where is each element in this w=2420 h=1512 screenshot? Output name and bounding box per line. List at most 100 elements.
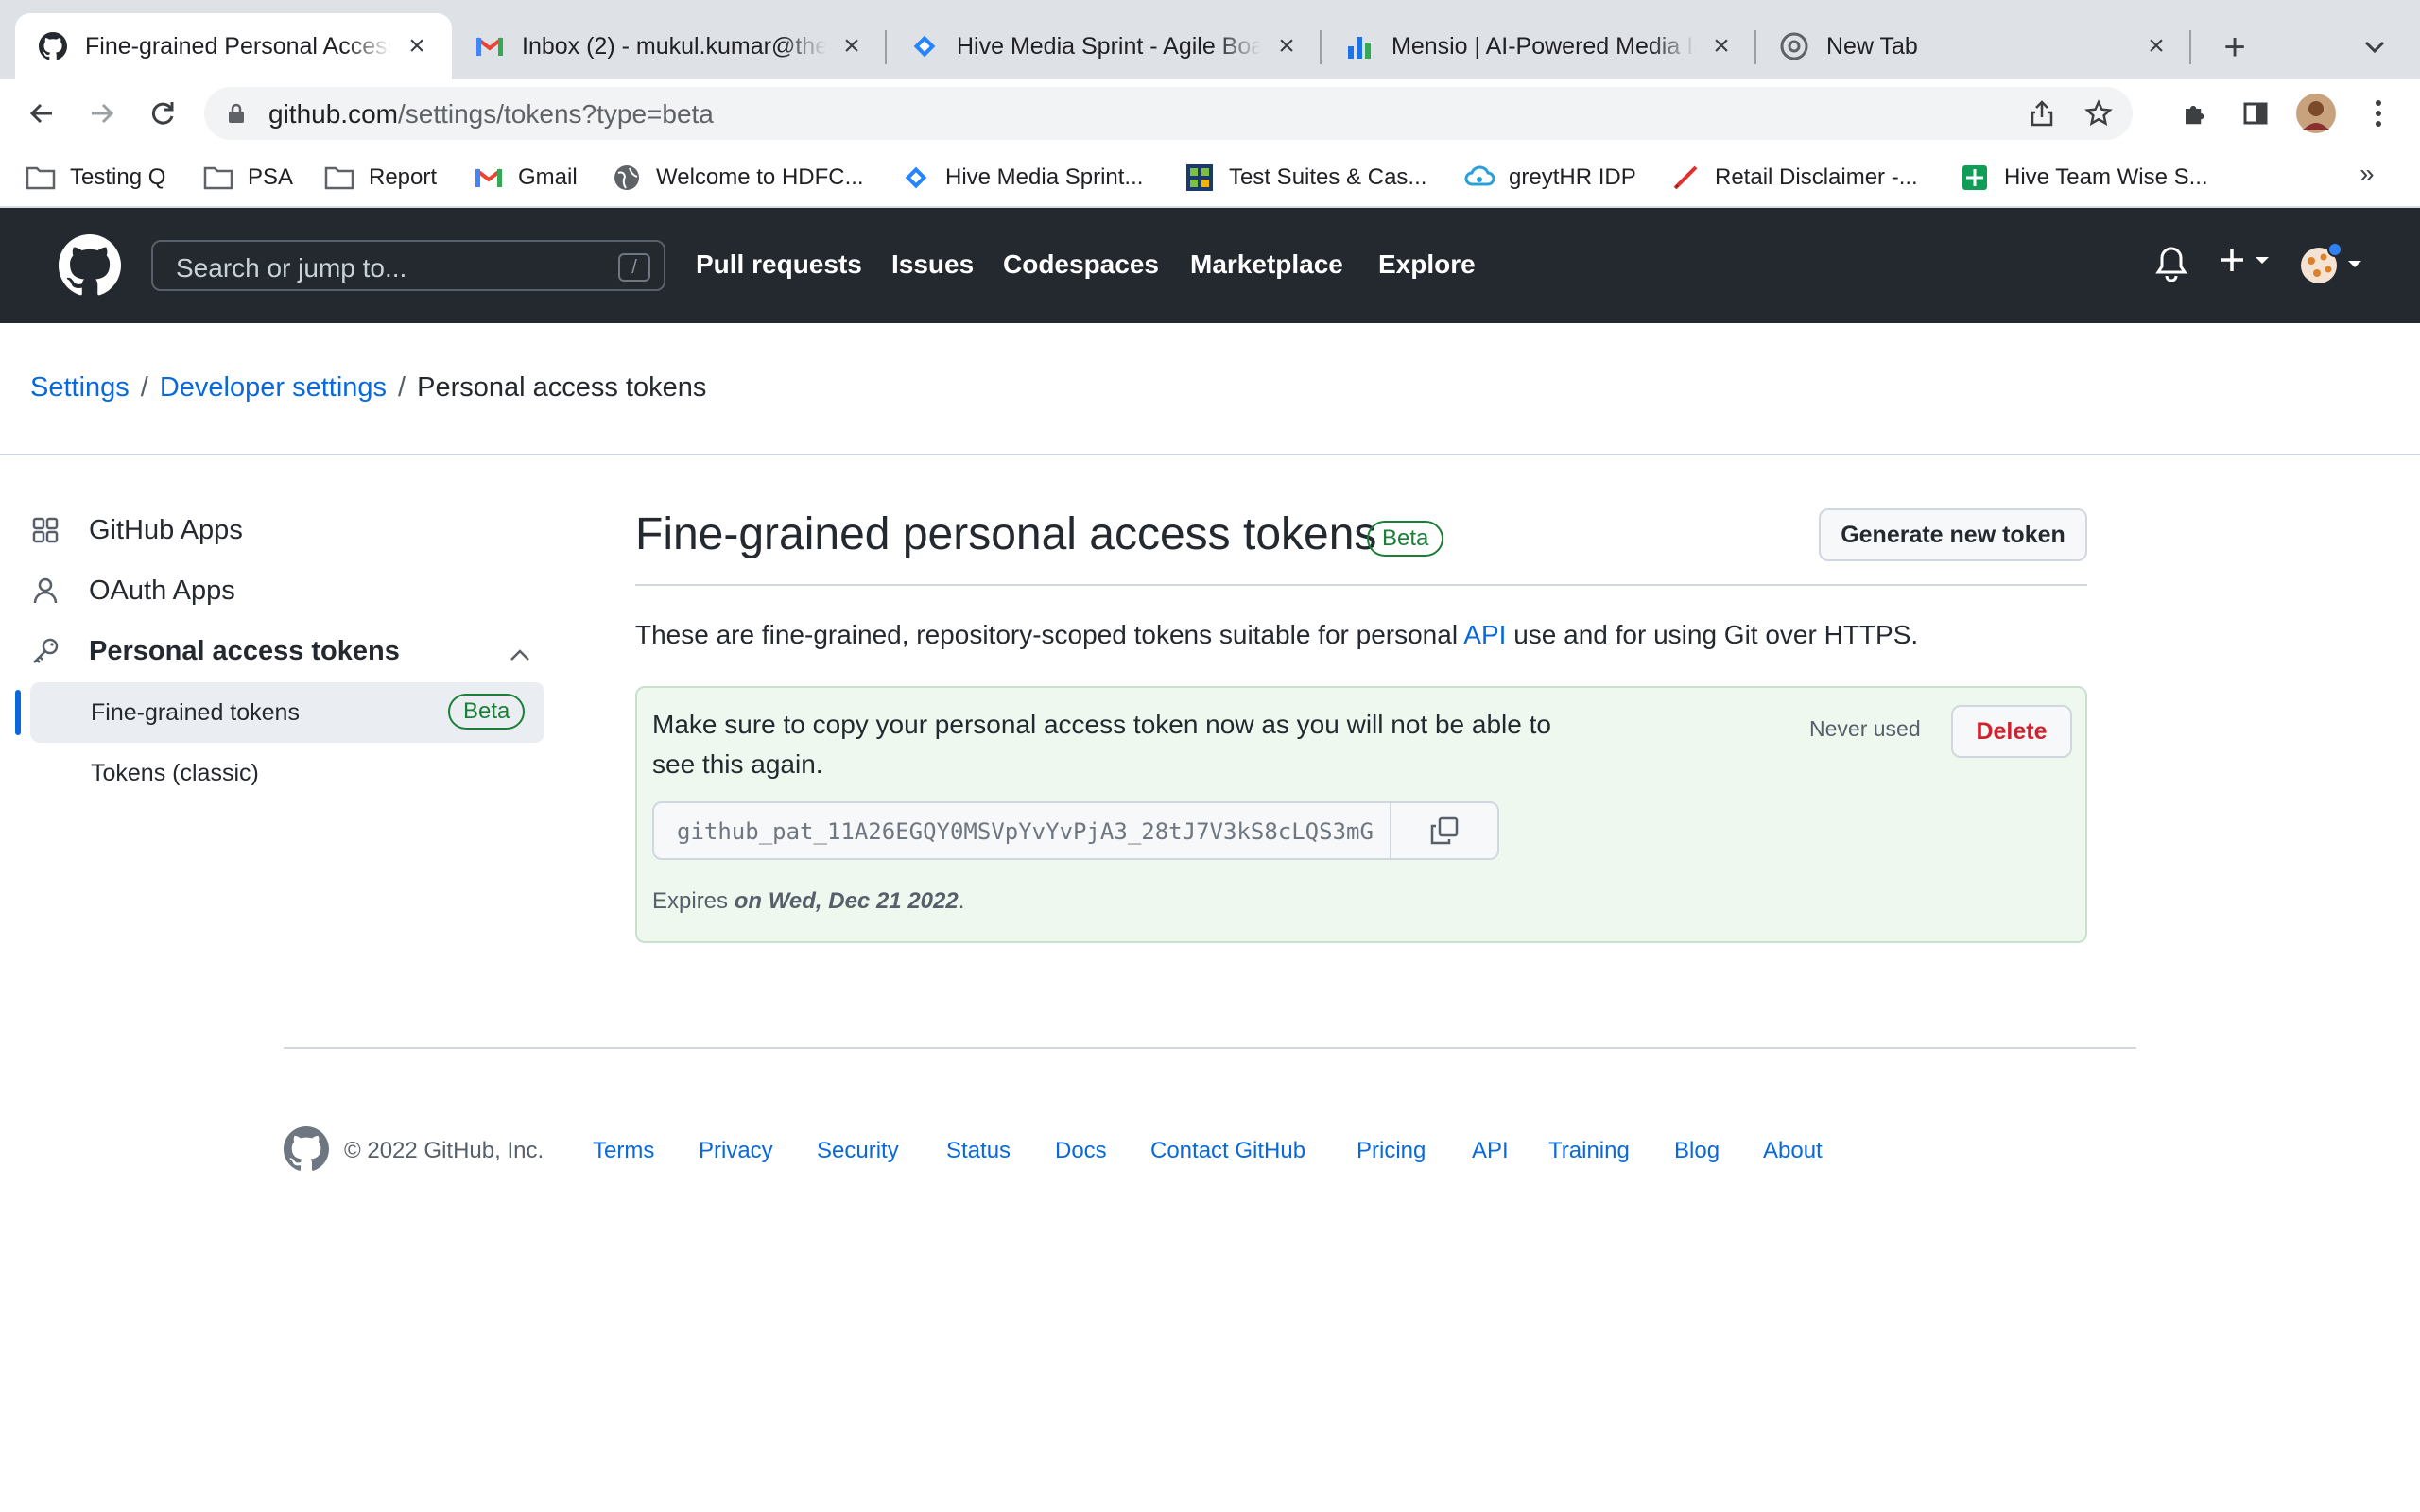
close-tab-icon[interactable]: × (403, 30, 431, 61)
browser-toolbar: github.com/settings/tokens?type=beta (0, 79, 2420, 147)
bookmarks-bar: Testing Q PSA Report Gmail Welcome to HD… (0, 147, 2420, 208)
footer-link-privacy[interactable]: Privacy (699, 1138, 773, 1164)
new-tab-button[interactable]: + (2214, 26, 2256, 68)
bookmark-gmail[interactable]: Gmail (473, 159, 578, 197)
footer-link-api[interactable]: API (1472, 1138, 1509, 1164)
nav-codespaces[interactable]: Codespaces (1003, 249, 1159, 280)
search-input[interactable]: Search or jump to... / (151, 240, 666, 291)
token-value: github_pat_11A26EGQY0MSVpYvYvPjA3_28tJ7V… (677, 818, 1374, 845)
footer-link-blog[interactable]: Blog (1674, 1138, 1720, 1164)
close-tab-icon[interactable]: × (838, 30, 866, 61)
footer-link-contact-github[interactable]: Contact GitHub (1150, 1138, 1305, 1164)
browser-tab-mensio[interactable]: Mensio | AI-Powered Media Intelligence × (1322, 13, 1756, 79)
bookmark-star-icon[interactable] (2080, 94, 2118, 132)
sidebar-item-tokens-classic[interactable]: Tokens (classic) (91, 760, 259, 787)
footer-link-docs[interactable]: Docs (1055, 1138, 1107, 1164)
github-logo-icon[interactable] (59, 234, 121, 297)
breadcrumb-settings[interactable]: Settings (30, 372, 130, 403)
jira-favicon-icon (909, 31, 940, 61)
bookmark-greythr[interactable]: greytHR IDP (1463, 159, 1636, 197)
user-avatar-dropdown[interactable] (2299, 242, 2363, 285)
bookmarks-overflow-button[interactable]: » (2360, 159, 2375, 189)
bookmark-report[interactable]: Report (323, 159, 437, 197)
bookmark-label: Hive Media Sprint... (945, 164, 1144, 190)
nav-pull-requests[interactable]: Pull requests (696, 249, 862, 280)
copy-icon (1430, 816, 1459, 845)
generate-new-token-button[interactable]: Generate new token (1819, 508, 2087, 561)
chevron-up-icon[interactable] (509, 639, 531, 670)
github-footer-logo-icon[interactable] (284, 1126, 329, 1172)
tab-title: Hive Media Sprint - Agile Board (957, 32, 1261, 60)
close-tab-icon[interactable]: × (2142, 30, 2170, 61)
address-bar[interactable]: github.com/settings/tokens?type=beta (204, 87, 2133, 140)
browser-menu-kebab-icon[interactable] (2356, 91, 2401, 136)
delete-token-button[interactable]: Delete (1951, 705, 2072, 758)
back-arrow-icon[interactable] (19, 91, 64, 136)
bookmark-label: greytHR IDP (1509, 164, 1636, 190)
sidebar-item-fine-grained-tokens[interactable]: Fine-grained tokens (91, 699, 300, 727)
lock-icon[interactable] (225, 102, 248, 125)
caret-down-icon (2348, 261, 2361, 267)
bookmark-testing-q[interactable]: Testing Q (25, 159, 165, 197)
footer-link-security[interactable]: Security (817, 1138, 899, 1164)
browser-tab-jira[interactable]: Hive Media Sprint - Agile Board × (887, 13, 1322, 79)
gmail-favicon-icon (475, 31, 505, 61)
expires-label: Expires (652, 888, 735, 914)
profile-avatar[interactable] (2293, 91, 2339, 136)
footer-copyright: © 2022 GitHub, Inc. (344, 1138, 544, 1163)
bookmark-hive-sprint[interactable]: Hive Media Sprint... (900, 159, 1143, 197)
sidebar-item-github-apps[interactable]: GitHub Apps (30, 503, 243, 558)
bookmark-hdfc[interactable]: Welcome to HDFC... (611, 159, 864, 197)
search-placeholder: Search or jump to... (176, 253, 407, 283)
search-shortcut-key: / (618, 253, 650, 282)
copy-to-clipboard-button[interactable] (1390, 801, 1499, 860)
share-icon[interactable] (2023, 94, 2061, 132)
bookmark-test-suites[interactable]: Test Suites & Cas... (1184, 159, 1426, 197)
footer-link-terms[interactable]: Terms (593, 1138, 654, 1164)
sidebar-item-label: Personal access tokens (89, 635, 400, 666)
browser-tab-newtab[interactable]: New Tab × (1756, 13, 2191, 79)
key-icon (30, 636, 60, 666)
browser-tab-github[interactable]: Fine-grained Personal Access Tokens × (15, 13, 452, 79)
bookmark-label: Retail Disclaimer -... (1715, 164, 1918, 190)
notifications-bell-icon[interactable] (2155, 246, 2187, 282)
jira-icon (900, 162, 932, 194)
extensions-puzzle-icon[interactable] (2172, 91, 2218, 136)
close-tab-icon[interactable]: × (1707, 30, 1736, 61)
token-usage-status: Never used (1809, 716, 1921, 741)
beta-badge: Beta (448, 694, 526, 730)
bookmark-label: Test Suites & Cas... (1229, 164, 1427, 190)
reload-icon[interactable] (140, 91, 185, 136)
footer-link-status[interactable]: Status (946, 1138, 1011, 1164)
sidebar-item-label: OAuth Apps (89, 575, 235, 606)
expires-date: on Wed, Dec 21 2022 (734, 888, 959, 914)
url-path: /settings/tokens?type=beta (397, 99, 714, 129)
github-favicon-icon (38, 31, 68, 61)
bookmark-psa[interactable]: PSA (202, 159, 293, 197)
footer-link-about[interactable]: About (1763, 1138, 1823, 1164)
forward-arrow-icon[interactable] (79, 91, 125, 136)
api-link[interactable]: API (1463, 620, 1506, 649)
url-text: github.com/settings/tokens?type=beta (268, 99, 714, 129)
sidebar-item-oauth-apps[interactable]: OAuth Apps (30, 563, 235, 618)
create-new-dropdown[interactable] (2218, 246, 2271, 274)
chrome-favicon-icon (1779, 31, 1809, 61)
tab-search-chevron-icon[interactable] (2354, 26, 2395, 68)
bookmark-retail-disclaimer[interactable]: Retail Disclaimer -... (1669, 159, 1918, 197)
token-value-field[interactable]: github_pat_11A26EGQY0MSVpYvYvPjA3_28tJ7V… (652, 801, 1392, 860)
sidebar-item-label: GitHub Apps (89, 514, 243, 545)
sidebar-item-personal-access-tokens[interactable]: Personal access tokens (30, 624, 531, 679)
footer-link-pricing[interactable]: Pricing (1357, 1138, 1426, 1164)
tab-title: Inbox (2) - mukul.kumar@thehivemedia.com (522, 32, 826, 60)
breadcrumb-developer-settings[interactable]: Developer settings (160, 372, 387, 403)
bookmark-hive-team[interactable]: Hive Team Wise S... (1959, 159, 2208, 197)
nav-marketplace[interactable]: Marketplace (1190, 249, 1343, 280)
bookmark-label: Testing Q (70, 164, 166, 190)
nav-explore[interactable]: Explore (1378, 249, 1476, 280)
browser-tab-gmail[interactable]: Inbox (2) - mukul.kumar@thehivemedia.com… (452, 13, 887, 79)
nav-issues[interactable]: Issues (891, 249, 974, 280)
footer-link-training[interactable]: Training (1548, 1138, 1630, 1164)
gmail-icon (473, 162, 505, 194)
side-panel-icon[interactable] (2233, 91, 2278, 136)
close-tab-icon[interactable]: × (1272, 30, 1301, 61)
